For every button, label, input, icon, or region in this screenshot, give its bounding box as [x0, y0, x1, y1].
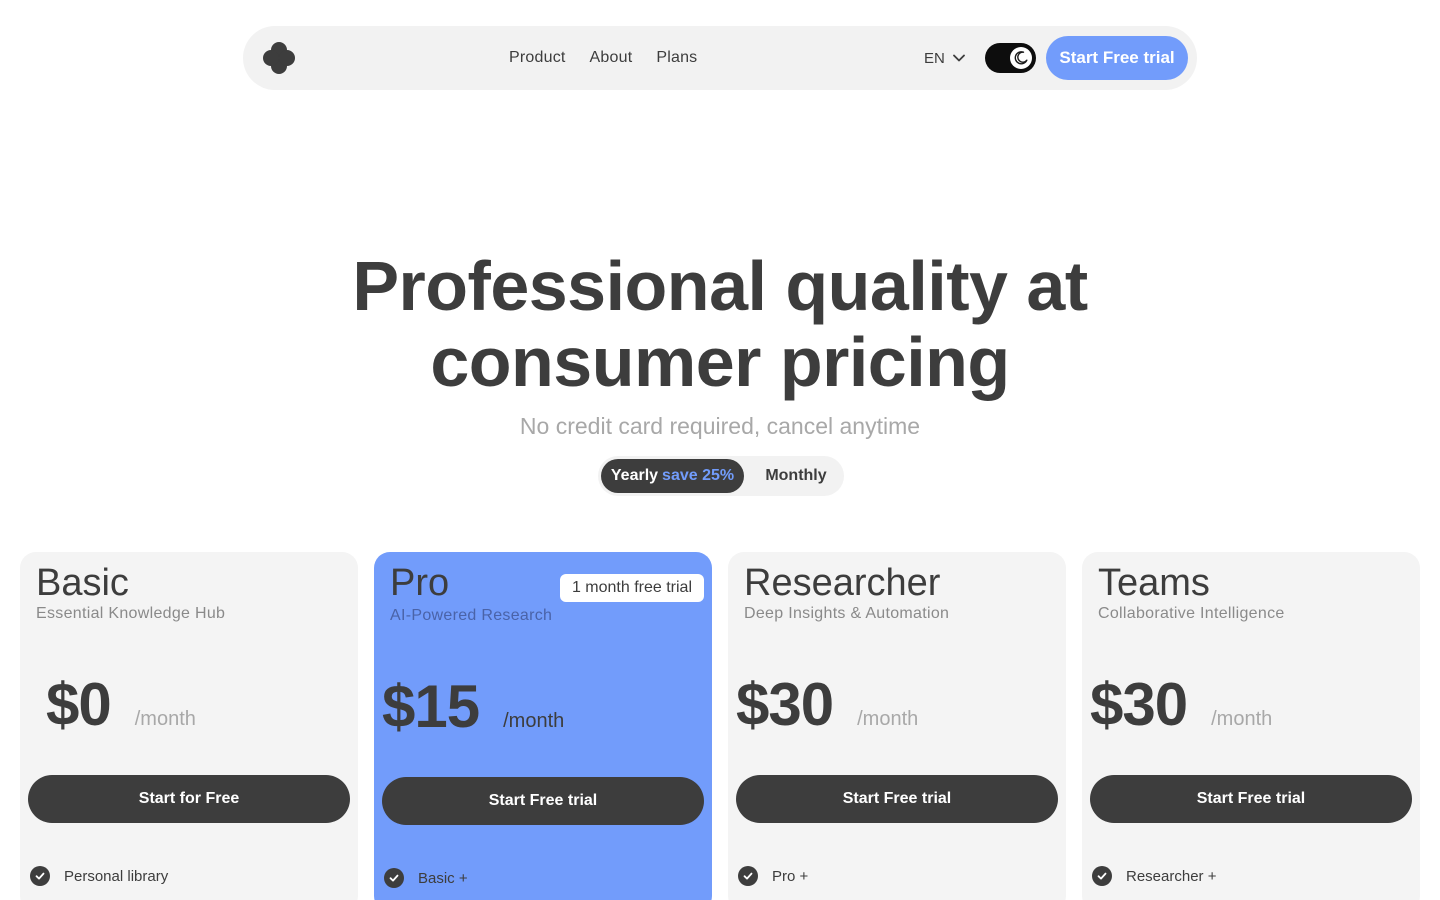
nav-link-product[interactable]: Product	[509, 49, 566, 67]
price-amount: $15	[382, 673, 480, 740]
plan-name: Researcher	[744, 562, 941, 604]
plan-price: $0 /month	[46, 670, 196, 739]
top-navbar: Product About Plans EN Start Free trial	[243, 26, 1197, 90]
nav-links: Product About Plans	[509, 26, 697, 90]
price-unit: /month	[857, 708, 919, 730]
plan-tagline: Essential Knowledge Hub	[36, 605, 226, 622]
nav-link-plans[interactable]: Plans	[656, 49, 697, 67]
price-amount: $30	[736, 671, 834, 738]
start-free-trial-button[interactable]: Start Free trial	[736, 775, 1058, 823]
start-for-free-button[interactable]: Start for Free	[28, 775, 350, 823]
feature-item: Personal library	[30, 866, 168, 886]
plan-card-teams: Teams Collaborative Intelligence $30 /mo…	[1082, 552, 1420, 900]
billing-period-toggle: Yearly save 25% Monthly	[598, 456, 844, 496]
plan-name: Basic	[36, 562, 129, 604]
feature-label: Basic +	[418, 869, 468, 887]
hero-title: Professional quality at consumer pricing	[0, 248, 1440, 400]
start-free-trial-button[interactable]: Start Free trial	[382, 777, 704, 825]
price-amount: $30	[1090, 671, 1188, 738]
toggle-knob	[1010, 47, 1032, 69]
hero-title-line-2: consumer pricing	[430, 323, 1010, 401]
plan-price: $30 /month	[736, 670, 918, 739]
moon-icon	[1014, 51, 1028, 65]
check-icon	[1092, 866, 1112, 886]
feature-label: Personal library	[64, 867, 169, 885]
plan-price: $15 /month	[382, 672, 564, 741]
price-unit: /month	[134, 708, 196, 730]
plan-card-basic: Basic Essential Knowledge Hub $0 /month …	[20, 552, 358, 900]
feature-item: Pro +	[738, 866, 808, 886]
plan-tagline: Collaborative Intelligence	[1098, 605, 1285, 622]
chevron-down-icon	[952, 54, 965, 62]
feature-label: Pro +	[772, 867, 809, 885]
start-free-trial-button[interactable]: Start Free trial	[1090, 775, 1412, 823]
feature-item: Basic +	[384, 868, 468, 888]
price-amount: $0	[46, 671, 112, 738]
price-unit: /month	[1211, 708, 1273, 730]
billing-save-badge: save 25%	[662, 467, 735, 484]
hero-subtitle: No credit card required, cancel anytime	[519, 413, 921, 439]
plan-card-researcher: Researcher Deep Insights & Automation $3…	[728, 552, 1066, 900]
plan-tagline: AI-Powered Research	[390, 607, 553, 624]
billing-yearly-label: Yearly	[610, 467, 659, 484]
billing-monthly-option[interactable]: Monthly	[754, 459, 838, 493]
clover-logo-icon[interactable]	[262, 41, 296, 75]
free-trial-badge: 1 month free trial	[559, 574, 704, 602]
plan-card-pro: Pro 1 month free trial AI-Powered Resear…	[374, 552, 712, 900]
plan-tagline: Deep Insights & Automation	[744, 605, 950, 622]
plan-name: Teams	[1098, 562, 1210, 604]
feature-item: Researcher +	[1092, 866, 1216, 886]
plan-name: Pro	[390, 562, 450, 604]
hero-title-line-1: Professional quality at	[352, 247, 1088, 325]
check-icon	[738, 866, 758, 886]
plan-price: $30 /month	[1090, 670, 1272, 739]
billing-yearly-option[interactable]: Yearly save 25%	[601, 459, 744, 493]
start-free-trial-button[interactable]: Start Free trial	[1046, 36, 1188, 80]
dark-mode-toggle[interactable]	[985, 43, 1036, 73]
feature-label: Researcher +	[1126, 867, 1217, 885]
language-label: EN	[924, 49, 945, 67]
check-icon	[384, 868, 404, 888]
check-icon	[30, 866, 50, 886]
nav-link-about[interactable]: About	[590, 49, 633, 67]
price-unit: /month	[503, 710, 565, 732]
language-selector[interactable]: EN	[924, 26, 965, 90]
